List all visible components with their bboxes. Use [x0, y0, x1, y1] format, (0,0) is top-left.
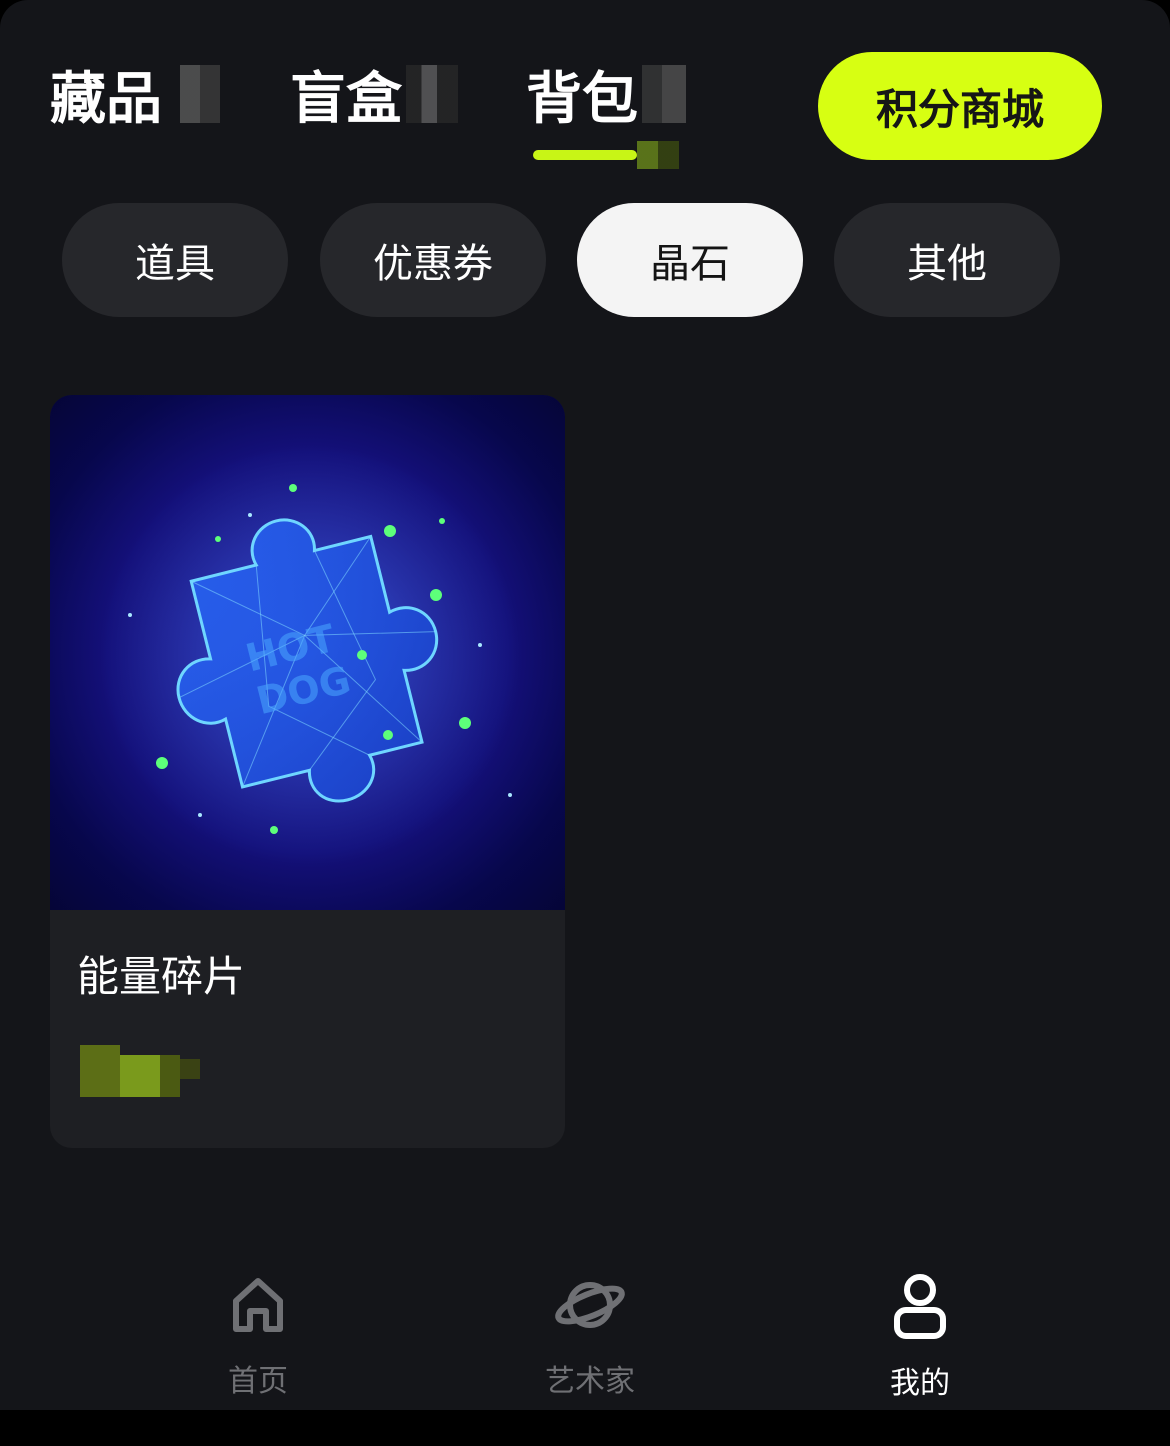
category-chip-props[interactable]: 道具 — [62, 203, 288, 317]
tab-backpack-count-redacted — [642, 65, 686, 123]
nav-home-label: 首页 — [228, 1364, 288, 1399]
tab-blind-box-count-redacted — [406, 65, 458, 123]
planet-icon — [552, 1272, 628, 1338]
points-mall-label: 积分商城 — [875, 84, 1044, 134]
active-tab-indicator-redacted — [637, 141, 679, 169]
item-image: HOT DOG — [50, 395, 565, 910]
item-quantity-redacted — [80, 1045, 200, 1097]
item-card[interactable]: HOT DOG 能量碎片 — [50, 395, 565, 1148]
tab-blind-box-label: 盲盒 — [290, 66, 402, 132]
category-chip-coupons[interactable]: 优惠券 — [320, 203, 546, 317]
points-mall-button[interactable]: 积分商城 — [818, 52, 1102, 160]
category-chip-label: 道具 — [135, 241, 215, 287]
nav-artists[interactable]: 艺术家 — [500, 1272, 680, 1400]
category-chip-label: 其他 — [907, 241, 987, 287]
tab-collections[interactable]: 藏品 — [50, 58, 220, 132]
system-bottom-bar — [0, 1410, 1170, 1446]
nav-mine[interactable]: 我的 — [830, 1272, 1010, 1401]
active-tab-indicator — [533, 150, 637, 160]
home-icon — [220, 1272, 296, 1338]
tab-blind-box[interactable]: 盲盒 — [290, 58, 458, 132]
category-chip-label: 优惠券 — [373, 241, 493, 287]
item-title: 能量碎片 — [77, 952, 246, 1001]
user-icon — [882, 1272, 958, 1340]
puzzle-piece-icon: HOT DOG — [100, 445, 520, 865]
top-tab-bar: 藏品 盲盒 背包 积分商城 — [0, 0, 1170, 190]
nav-mine-label: 我的 — [890, 1366, 950, 1401]
tab-backpack[interactable]: 背包 — [526, 58, 686, 132]
backpack-screen: 藏品 盲盒 背包 积分商城 道具 优惠券 晶石 其他 HOT DOG 能量碎片 … — [0, 0, 1170, 1410]
nav-artists-label: 艺术家 — [545, 1364, 635, 1399]
category-chip-others[interactable]: 其他 — [834, 203, 1060, 317]
category-chip-label: 晶石 — [650, 241, 730, 287]
category-chip-crystals[interactable]: 晶石 — [577, 203, 803, 317]
bottom-navigation: 首页 艺术家 我的 — [0, 1262, 1170, 1410]
tab-backpack-label: 背包 — [526, 66, 638, 132]
nav-home[interactable]: 首页 — [168, 1272, 348, 1400]
tab-collections-count-redacted — [180, 65, 220, 123]
category-filter-bar: 道具 优惠券 晶石 其他 — [0, 203, 1170, 317]
tab-collections-label: 藏品 — [50, 66, 162, 132]
